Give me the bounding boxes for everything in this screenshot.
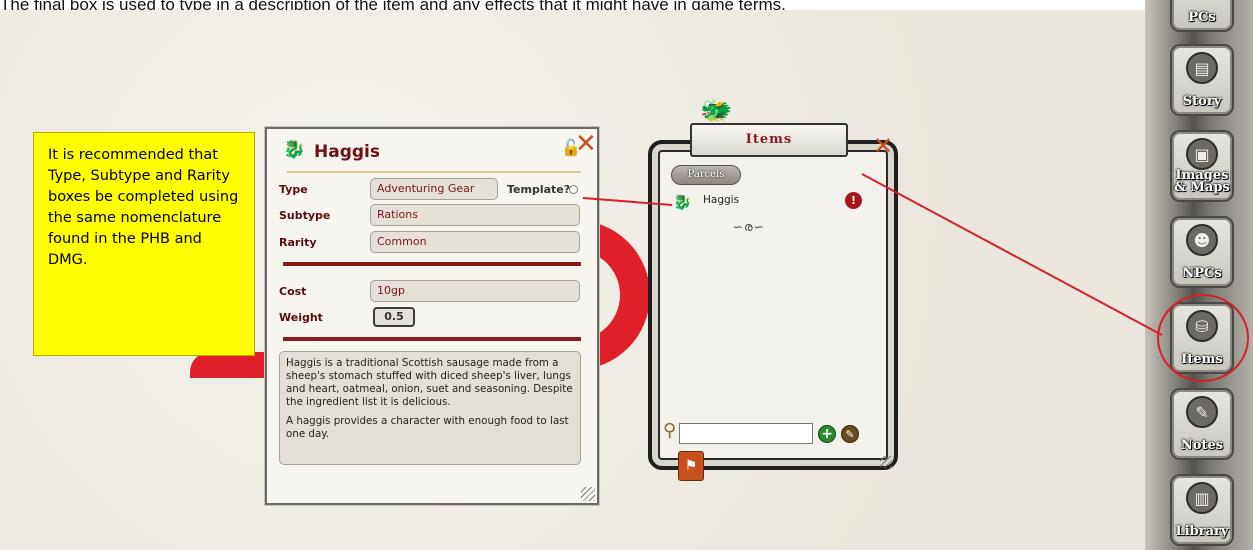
highlight-circle <box>1157 294 1249 382</box>
annotation-line <box>861 173 1163 336</box>
annotation-line <box>582 197 673 206</box>
annotation-overlay <box>582 173 1249 382</box>
